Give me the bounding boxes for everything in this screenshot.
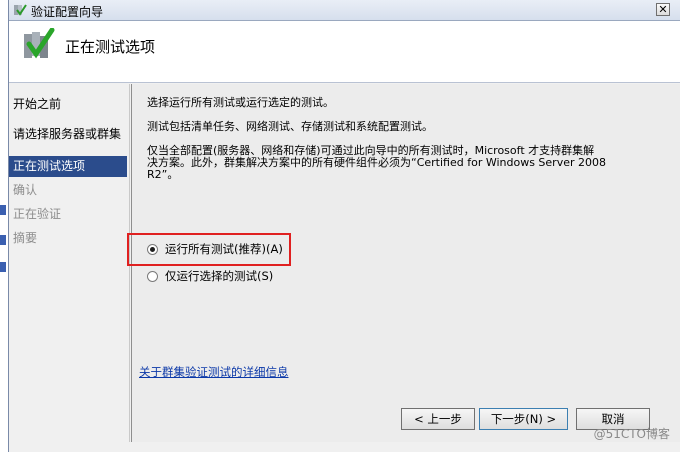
desktop-fragment bbox=[0, 205, 6, 215]
wizard-steps-nav: 开始之前 请选择服务器或群集 正在测试选项 确认 正在验证 摘要 bbox=[9, 84, 130, 442]
close-icon: ✕ bbox=[658, 3, 668, 16]
support-note-line-3: R2”。 bbox=[147, 168, 179, 181]
run-selected-tests-option[interactable]: 仅运行选择的测试(S) bbox=[147, 267, 273, 285]
server-check-icon bbox=[24, 28, 55, 59]
radio-run-selected-tests[interactable] bbox=[147, 270, 158, 282]
run-all-tests-option[interactable]: 运行所有测试(推荐)(A) bbox=[147, 240, 283, 258]
desktop-fragment bbox=[0, 262, 6, 272]
nav-item-confirmation: 确认 bbox=[13, 183, 38, 197]
cluster-app-icon bbox=[14, 4, 27, 16]
radio-run-all-tests[interactable] bbox=[147, 243, 158, 255]
background-desktop-strip bbox=[0, 0, 8, 452]
run-selected-tests-label: 仅运行选择的测试(S) bbox=[165, 269, 274, 283]
nav-item-summary: 摘要 bbox=[13, 231, 38, 245]
nav-item-before-you-begin[interactable]: 开始之前 bbox=[9, 94, 127, 115]
nav-item-validating: 正在验证 bbox=[13, 207, 62, 221]
run-all-tests-label: 运行所有测试(推荐)(A) bbox=[165, 242, 283, 256]
wizard-header: 正在测试选项 bbox=[9, 21, 680, 83]
window-title: 验证配置向导 bbox=[31, 5, 104, 19]
support-note-line-2: 决方案。此外，群集解决方案中的所有硬件组件必须为“Certified for W… bbox=[147, 156, 606, 169]
close-button[interactable]: ✕ bbox=[656, 3, 670, 16]
nav-item-select-servers[interactable]: 请选择服务器或群集 bbox=[9, 124, 127, 145]
watermark: @51CTO博客 bbox=[593, 427, 670, 441]
page-title: 正在测试选项 bbox=[65, 38, 156, 56]
next-button[interactable]: 下一步(N) > bbox=[479, 408, 568, 430]
wizard-window: 验证配置向导 ✕ 正在测试选项 开始之前 请选择服务器或群集 正在测试选项 确认… bbox=[8, 0, 680, 452]
nav-item-testing-options[interactable]: 正在测试选项 bbox=[9, 156, 127, 177]
validation-tests-info-link[interactable]: 关于群集验证测试的详细信息 bbox=[139, 364, 289, 380]
tests-description: 测试包括清单任务、网络测试、存储测试和系统配置测试。 bbox=[147, 120, 433, 133]
instruction-text: 选择运行所有测试或运行选定的测试。 bbox=[147, 96, 334, 109]
title-bar[interactable]: 验证配置向导 ✕ bbox=[9, 0, 680, 21]
desktop-fragment bbox=[0, 235, 6, 245]
back-button[interactable]: < 上一步 bbox=[401, 408, 475, 430]
